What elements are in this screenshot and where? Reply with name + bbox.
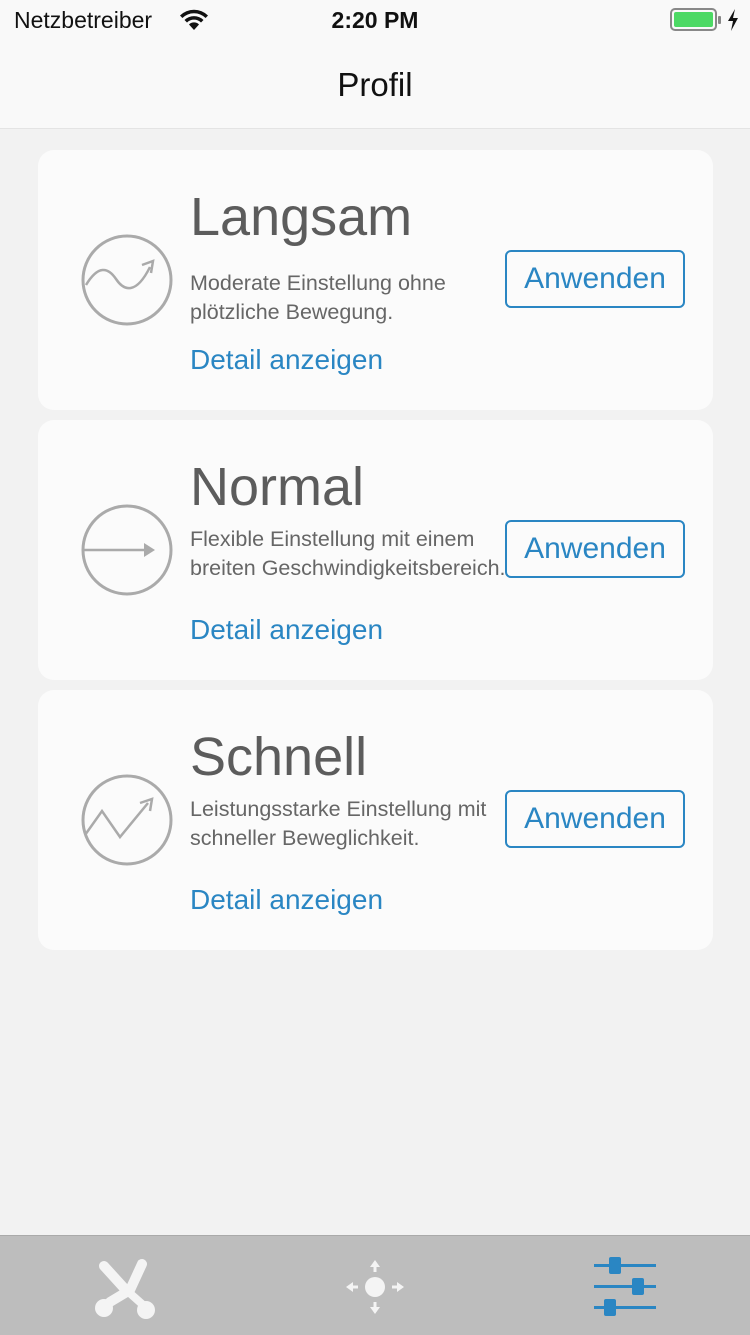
navigation-bar: Profil xyxy=(0,40,750,129)
tab-bar xyxy=(0,1235,750,1335)
status-time: 2:20 PM xyxy=(331,7,419,33)
detail-link[interactable]: Detail anzeigen xyxy=(190,614,383,646)
sliders-icon[interactable] xyxy=(590,1254,660,1320)
profile-description: Moderate Einstellung ohne plötzliche Bew… xyxy=(190,271,446,324)
detail-link[interactable]: Detail anzeigen xyxy=(190,344,383,376)
wave-curve-icon xyxy=(81,234,173,326)
profile-title: Normal xyxy=(190,457,365,517)
gimbal-icon[interactable] xyxy=(90,1254,160,1320)
apply-button[interactable]: Anwenden xyxy=(505,520,685,578)
detail-link[interactable]: Detail anzeigen xyxy=(190,884,383,916)
apply-button[interactable]: Anwenden xyxy=(505,790,685,848)
profile-title: Schnell xyxy=(190,727,368,787)
straight-arrow-icon xyxy=(81,504,173,596)
page-title: Profil xyxy=(337,66,413,103)
charging-bolt-icon xyxy=(728,9,738,31)
move-control-icon[interactable] xyxy=(340,1254,410,1320)
profile-card-schnell: Schnell Leistungsstarke Einstellung mit … xyxy=(38,690,713,950)
profile-card-langsam: Langsam Moderate Einstellung ohne plötzl… xyxy=(38,150,713,410)
apply-button[interactable]: Anwenden xyxy=(505,250,685,308)
profile-title: Langsam xyxy=(190,187,413,247)
zigzag-arrow-icon xyxy=(81,774,173,866)
profile-description: Flexible Einstellung mit einem breiten G… xyxy=(190,527,506,580)
status-bar: Netzbetreiber 2:20 PM xyxy=(0,0,750,40)
battery-icon xyxy=(670,8,721,31)
profile-description: Leistungsstarke Einstellung mit schnelle… xyxy=(190,797,487,850)
profile-card-normal: Normal Flexible Einstellung mit einem br… xyxy=(38,420,713,680)
